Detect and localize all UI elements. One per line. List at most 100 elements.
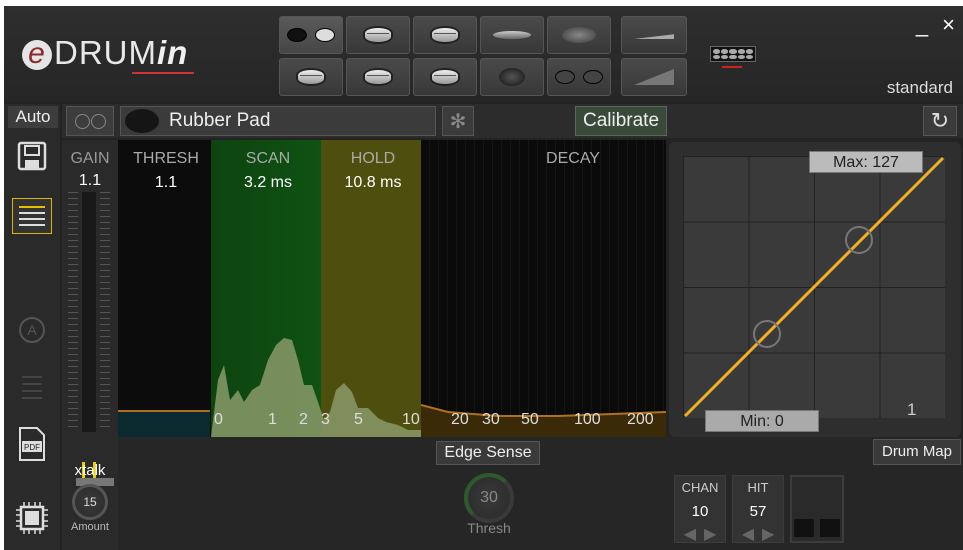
pad-dot-icon bbox=[555, 70, 575, 84]
gain-meter[interactable] bbox=[68, 192, 114, 486]
pdf-icon[interactable]: PDF bbox=[14, 426, 50, 462]
time-tick-label: 10 bbox=[402, 411, 420, 428]
gain-value[interactable]: 1.1 bbox=[62, 172, 118, 190]
time-tick-label: 50 bbox=[521, 411, 539, 428]
cymbal-icon bbox=[493, 31, 531, 39]
zone-circle-icon bbox=[74, 113, 90, 129]
midi-channel-box: CHAN 10 ◀ ▶ bbox=[674, 475, 726, 543]
hit-value[interactable]: 57 bbox=[733, 503, 783, 520]
hold-value[interactable]: 10.8 ms bbox=[323, 174, 423, 192]
ride-icon bbox=[562, 27, 596, 43]
curve-min-value[interactable]: Min: 0 bbox=[705, 410, 819, 432]
time-tick-label: 3 bbox=[321, 411, 330, 428]
curve-max-value[interactable]: Max: 127 bbox=[809, 151, 923, 173]
pad-dual-button[interactable] bbox=[279, 16, 343, 54]
pad-hihat-pedal-button[interactable] bbox=[621, 58, 687, 96]
logo: e DRUMin bbox=[22, 34, 194, 74]
svg-text:PDF: PDF bbox=[24, 443, 40, 452]
logo-e: e bbox=[22, 39, 52, 71]
time-tick-label: 1 bbox=[268, 411, 277, 428]
auto-button[interactable]: Auto bbox=[8, 106, 58, 128]
edge-thresh-label: Thresh bbox=[467, 520, 511, 536]
pad-dot-icon bbox=[287, 28, 307, 42]
chip-icon[interactable] bbox=[14, 500, 50, 536]
crash-icon bbox=[499, 68, 525, 86]
hit-next-arrow-icon[interactable]: ▶ bbox=[762, 524, 774, 544]
reset-icon[interactable]: ↻ bbox=[923, 106, 957, 136]
pad-tom4-button[interactable] bbox=[413, 58, 477, 96]
chan-next-arrow-icon[interactable]: ▶ bbox=[704, 524, 716, 544]
brand-logo-icon[interactable]: ✻ bbox=[442, 106, 474, 136]
time-tick-label: 0 bbox=[214, 411, 223, 428]
pad-crash-top-button[interactable] bbox=[480, 16, 544, 54]
minimize-button[interactable]: _ bbox=[916, 12, 928, 38]
zone-circle-icon bbox=[90, 113, 106, 129]
time-tick-label: 200 bbox=[627, 411, 654, 428]
zone-preview[interactable] bbox=[790, 475, 844, 543]
pad-tom2-button[interactable] bbox=[413, 16, 477, 54]
trigger-graph[interactable]: THRESH 1.1 SCAN 3.2 ms HOLD 10.8 ms DECA… bbox=[118, 140, 666, 437]
save-icon[interactable] bbox=[14, 138, 50, 174]
velocity-curve-line bbox=[683, 156, 945, 418]
time-tick-label: 2 bbox=[299, 411, 308, 428]
time-tick-label: 100 bbox=[574, 411, 601, 428]
gain-column: GAIN 1.1 xtalk 15 Amount bbox=[62, 140, 118, 550]
logo-drum: DRUM bbox=[54, 34, 157, 71]
pad-hihat-button[interactable] bbox=[621, 16, 687, 54]
time-tick-label: 30 bbox=[482, 411, 500, 428]
header: e DRUMin _ × standard bbox=[4, 6, 963, 102]
bottom-panel: Edge Sense 30 Thresh Drum Map CHAN 10 ◀ ▶… bbox=[118, 437, 963, 550]
pad-dual2-button[interactable] bbox=[547, 58, 611, 96]
scan-value[interactable]: 3.2 ms bbox=[218, 174, 318, 192]
midi-indicator bbox=[722, 66, 742, 68]
preset-name[interactable]: standard bbox=[887, 78, 953, 98]
chan-prev-arrow-icon[interactable]: ◀ bbox=[684, 524, 696, 544]
pad-ride-button[interactable] bbox=[547, 16, 611, 54]
scan-label: SCAN bbox=[245, 150, 291, 167]
hit-prev-arrow-icon[interactable]: ◀ bbox=[742, 524, 754, 544]
zone-preview-left bbox=[794, 519, 814, 537]
tom-icon bbox=[363, 68, 393, 86]
pad-dot-icon bbox=[583, 70, 603, 84]
pad-tom3-button[interactable] bbox=[346, 58, 410, 96]
pad-type-selector[interactable]: Rubber Pad bbox=[120, 106, 436, 136]
gain-label: GAIN bbox=[70, 150, 110, 167]
time-tick-label: 5 bbox=[354, 411, 363, 428]
logo-in: in bbox=[156, 34, 189, 71]
close-button[interactable]: × bbox=[942, 12, 955, 38]
window-controls: _ × bbox=[916, 12, 955, 38]
curve-layer-label: 1 bbox=[907, 400, 917, 419]
hit-label: HIT bbox=[747, 480, 769, 495]
calibrate-button[interactable]: Calibrate bbox=[575, 106, 667, 136]
edge-sense-button[interactable]: Edge Sense bbox=[436, 441, 540, 465]
tom-icon bbox=[363, 26, 393, 44]
tom-icon bbox=[430, 68, 460, 86]
midi-note-box: HIT 57 ◀ ▶ bbox=[732, 475, 784, 543]
chan-value[interactable]: 10 bbox=[675, 503, 725, 520]
menu-list-icon[interactable] bbox=[12, 198, 52, 234]
zone-toggle-button[interactable] bbox=[66, 106, 114, 136]
hihat-pedal-full-icon bbox=[634, 69, 674, 85]
logo-cable bbox=[132, 72, 194, 74]
xtalk-amount-knob[interactable]: 15 bbox=[72, 484, 108, 520]
decay-label: DECAY bbox=[546, 150, 600, 167]
thresh-value[interactable]: 1.1 bbox=[118, 174, 214, 192]
pad-snare-button[interactable] bbox=[279, 58, 343, 96]
accent-icon[interactable]: A bbox=[14, 312, 50, 348]
list-icon[interactable] bbox=[14, 368, 50, 404]
pad-crash-button[interactable] bbox=[480, 58, 544, 96]
drum-map-button[interactable]: Drum Map bbox=[873, 439, 961, 465]
meter-scale bbox=[68, 192, 78, 432]
edge-thresh-knob[interactable]: 30 bbox=[464, 473, 514, 523]
pad-tom1-button[interactable] bbox=[346, 16, 410, 54]
app-window: e DRUMin _ × standard Auto A PDF Rubber … bbox=[4, 6, 963, 550]
hold-label: HOLD bbox=[350, 150, 396, 167]
pad-dot-icon bbox=[315, 28, 335, 42]
tom-icon bbox=[430, 26, 460, 44]
svg-text:A: A bbox=[27, 322, 37, 338]
thresh-label: THRESH bbox=[133, 150, 199, 167]
snare-icon bbox=[296, 68, 326, 86]
velocity-curve-grid[interactable] bbox=[683, 156, 945, 418]
time-tick-label: 20 bbox=[451, 411, 469, 428]
pad-type-label: Rubber Pad bbox=[169, 110, 271, 131]
